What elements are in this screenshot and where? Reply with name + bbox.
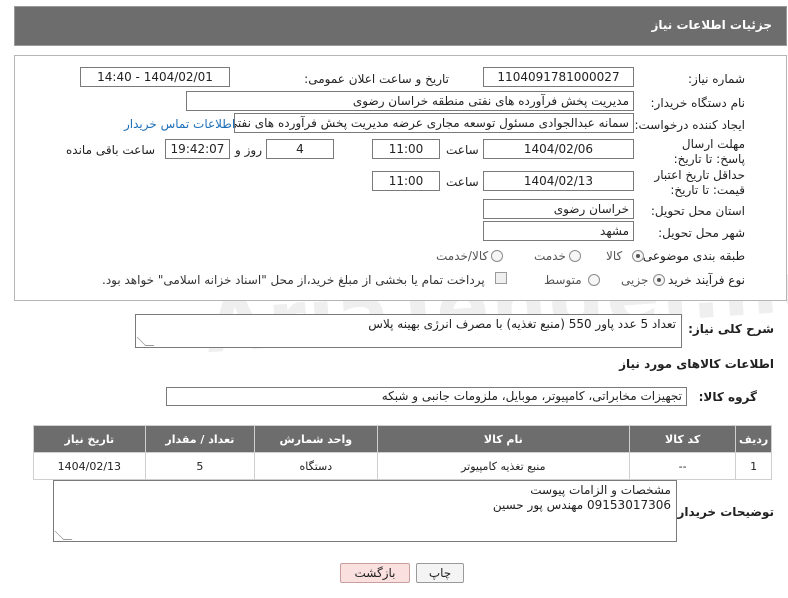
buyer-contact-link[interactable]: اطلاعات تماس خریدار [124,117,235,131]
price-validity-time-label: ساعت [446,175,479,189]
deadline-date-field: 1404/02/06 [483,139,634,159]
col-header-code: کد کالا [629,425,737,453]
deadline-time-label: ساعت [446,143,479,157]
need-number-label: شماره نیاز: [688,72,745,86]
process-option-medium: متوسط [544,273,582,287]
treasury-note: پرداخت تمام یا بخشی از مبلغ خرید،از محل … [102,273,485,287]
requester-label: ایجاد کننده درخواست: [634,118,745,132]
col-header-unit: واحد شمارش [254,425,378,453]
remaining-time-label: ساعت باقی مانده [66,143,156,157]
treasury-checkbox[interactable] [495,272,507,284]
print-button[interactable]: چاپ [416,563,464,583]
category-radio-both[interactable] [491,250,503,262]
cell-quantity: 5 [144,452,256,480]
col-header-row-no: ردیف [735,425,772,453]
category-option-service: خدمت [534,249,566,263]
price-validity-label: حداقل تاریخ اعتبار قیمت: تا تاریخ: [654,168,745,197]
price-validity-date-field: 1404/02/13 [483,171,634,191]
city-field: مشهد [483,221,634,241]
col-header-name: نام کالا [376,425,631,453]
remaining-time-field: 19:42:07 [165,139,230,159]
process-radio-medium[interactable] [588,274,600,286]
buyer-notes-line-1: مشخصات و الزامات پیوست [530,483,671,497]
goods-group-field: تجهیزات مخابراتی، کامپیوتر، موبایل، ملزو… [166,387,687,406]
buyer-notes-label: توضیحات خریدار: [672,505,774,519]
col-header-quantity: تعداد / مقدار [144,425,256,453]
announce-field: 1404/02/01 - 14:40 [80,67,230,87]
description-field[interactable]: تعداد 5 عدد پاور 550 (منبع تغذیه) با مصر… [135,314,682,348]
cell-row-no: 1 [735,452,772,480]
category-radio-goods[interactable] [632,250,644,262]
page-title: جزئیات اطلاعات نیاز [651,18,772,32]
description-label: شرح کلی نیاز: [688,322,774,336]
cell-code: -- [629,452,737,480]
cell-need-date: 1404/02/13 [33,452,146,480]
requester-field: سمانه عبدالجوادی مسئول توسعه مجاری عرضه … [234,113,634,133]
need-number-field: 1104091781000027 [483,67,634,87]
col-header-need-date: تاریخ نیاز [33,425,146,453]
buyer-notes-line-2: 09153017306 مهندس پور حسین [492,498,671,512]
buyer-org-label: نام دستگاه خریدار: [650,96,746,110]
process-radio-minor[interactable] [653,274,665,286]
deadline-days-label: روز و [235,143,262,157]
buyer-org-field: مدیریت پخش فرآورده های نفتی منطقه خراسان… [186,91,634,111]
page-header: جزئیات اطلاعات نیاز [14,6,787,46]
cell-name: منبع تغذیه کامپیوتر [376,452,631,480]
announce-label: تاریخ و ساعت اعلان عمومی: [304,72,449,86]
process-label: نوع فرآیند خرید : [660,273,745,287]
category-option-goods: کالا [606,249,623,263]
table-header-row: ردیف کد کالا نام کالا واحد شمارش تعداد /… [33,425,772,453]
cell-unit: دستگاه [254,452,378,480]
goods-table: ردیف کد کالا نام کالا واحد شمارش تعداد /… [33,425,772,480]
deadline-label: مهلت ارسال پاسخ: تا تاریخ: [673,137,745,166]
deadline-days-field: 4 [266,139,334,159]
process-option-minor: جزیی [621,273,649,287]
goods-group-label: گروه کالا: [698,390,757,404]
province-field: خراسان رضوی [483,199,634,219]
city-label: شهر محل تحویل: [658,226,745,240]
buyer-notes-field[interactable]: مشخصات و الزامات پیوست 09153017306 مهندس… [53,480,677,542]
category-option-both: کالا/خدمت [436,249,489,263]
deadline-time-field: 11:00 [372,139,440,159]
goods-info-title: اطلاعات کالاهای مورد نیاز [619,357,774,371]
back-button[interactable]: بازگشت [340,563,410,583]
category-label: طبقه بندی موضوعی: [638,249,745,263]
price-validity-time-field: 11:00 [372,171,440,191]
category-radio-service[interactable] [569,250,581,262]
province-label: استان محل تحویل: [650,204,745,218]
table-row: 1 -- منبع تغذیه کامپیوتر دستگاه 5 1404/0… [33,452,772,480]
